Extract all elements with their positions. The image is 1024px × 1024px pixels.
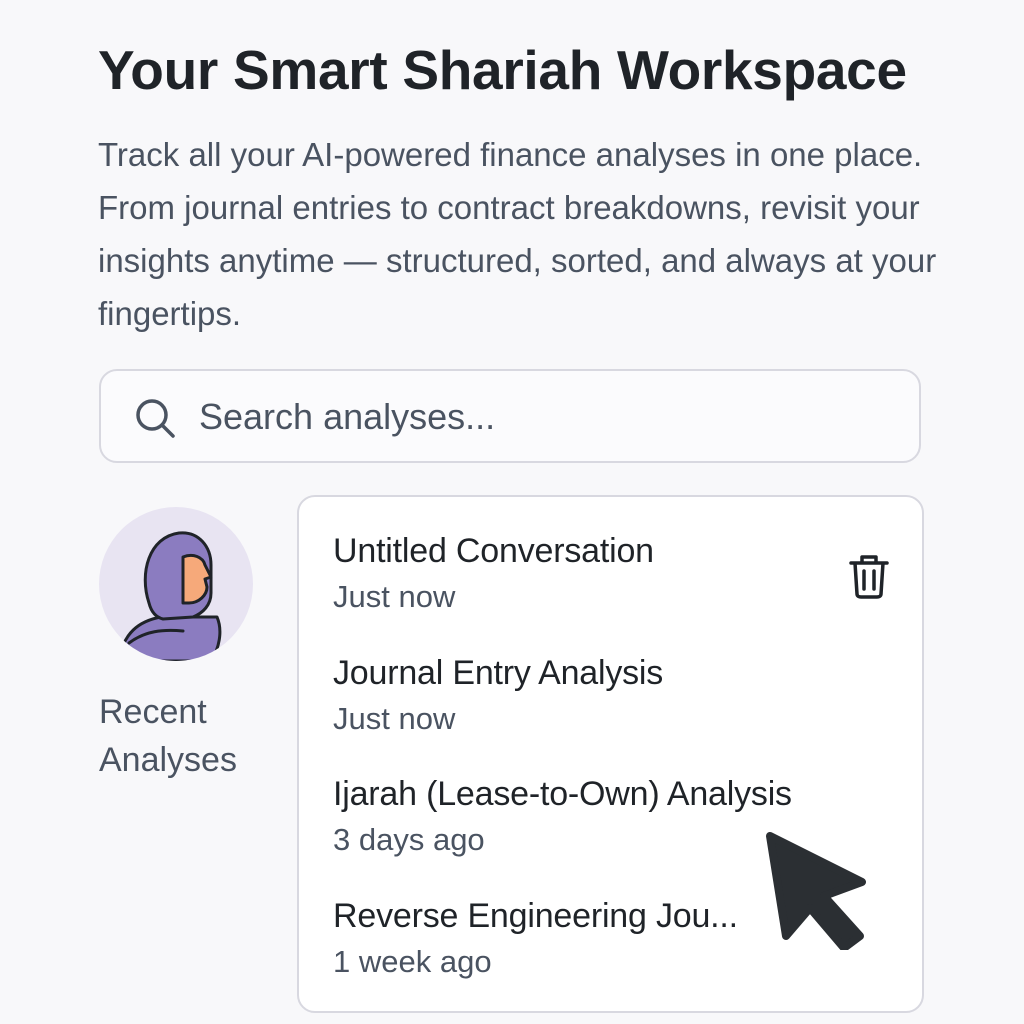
analysis-time: Just now <box>333 701 456 736</box>
analysis-item-reverse-engineering[interactable]: Reverse Engineering Jou... 1 week ago <box>333 895 873 981</box>
analysis-item-journal-entry[interactable]: Journal Entry Analysis Just now <box>333 652 873 738</box>
analysis-item-ijarah[interactable]: Ijarah (Lease-to-Own) Analysis 3 days ag… <box>333 773 873 859</box>
page-subtitle: Track all your AI-powered finance analys… <box>98 136 937 332</box>
analysis-title: Reverse Engineering Jou... <box>333 897 738 935</box>
workspace-page: Your Smart Shariah Workspace Track all y… <box>0 0 1024 1024</box>
analysis-title: Untitled Conversation <box>333 532 654 570</box>
page-title: Your Smart Shariah Workspace <box>98 39 907 101</box>
analysis-time: 1 week ago <box>333 944 492 979</box>
search-bar[interactable] <box>99 369 921 463</box>
analysis-title: Ijarah (Lease-to-Own) Analysis <box>333 775 792 813</box>
analysis-item-untitled-conversation[interactable]: Untitled Conversation Just now <box>333 530 873 616</box>
search-input[interactable] <box>199 393 899 441</box>
analysis-time: Just now <box>333 579 456 614</box>
search-icon <box>136 399 175 438</box>
recent-analyses-label: Recent Analyses <box>99 693 237 779</box>
avatar <box>99 507 253 661</box>
analyses-list: Untitled Conversation Just now Journal E… <box>297 495 924 1013</box>
analysis-time: 3 days ago <box>333 822 485 857</box>
analysis-title: Journal Entry Analysis <box>333 654 664 692</box>
trash-icon[interactable] <box>847 552 891 600</box>
hijab-woman-avatar-icon <box>117 531 222 661</box>
